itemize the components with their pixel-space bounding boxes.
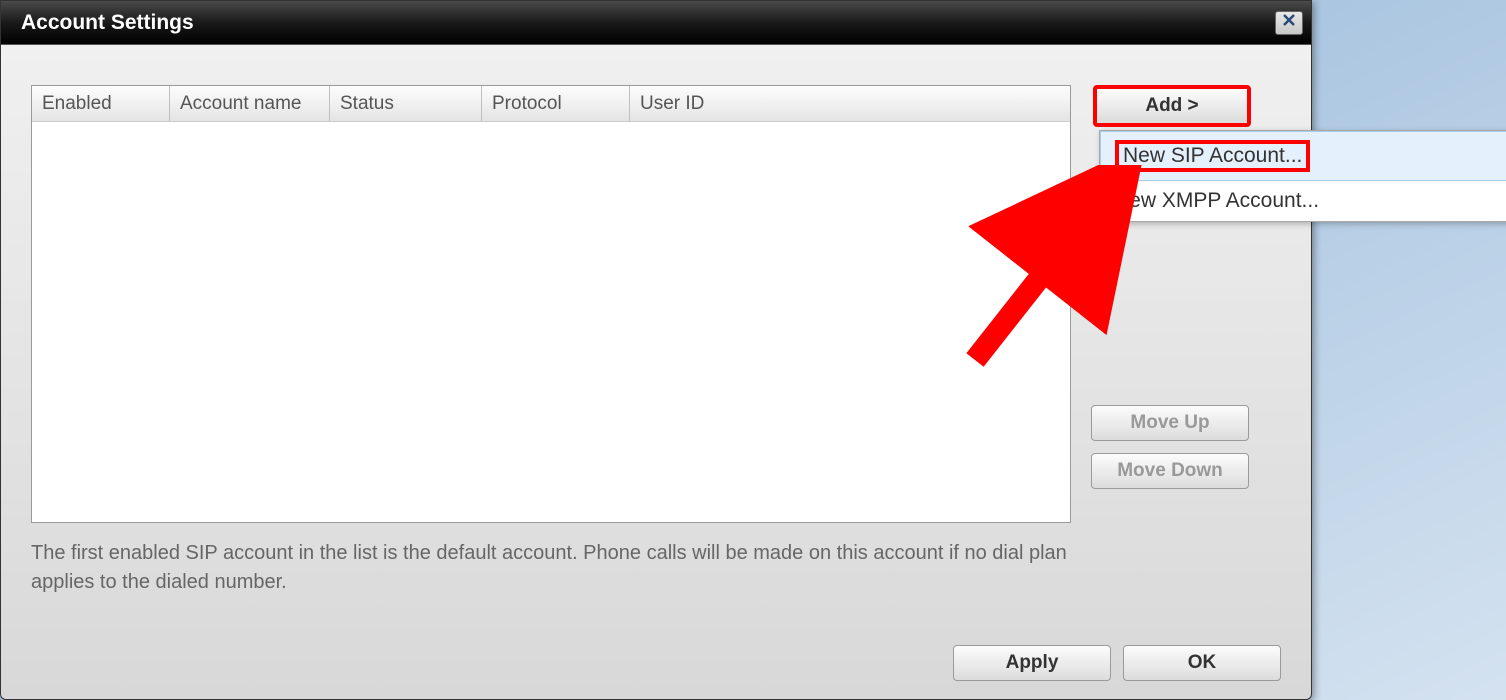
close-icon — [1282, 13, 1296, 32]
menu-item-label: New SIP Account... — [1115, 140, 1310, 172]
move-up-button[interactable]: Move Up — [1091, 405, 1249, 441]
menu-item-new-sip-account[interactable]: New SIP Account... — [1100, 131, 1506, 181]
add-button[interactable]: Add > — [1093, 85, 1251, 127]
dialog-actions: Apply OK — [953, 645, 1281, 681]
menu-item-label: New XMPP Account... — [1114, 189, 1319, 212]
column-header-enabled[interactable]: Enabled — [32, 86, 170, 121]
add-dropdown-menu: New SIP Account... New XMPP Account... — [1099, 130, 1506, 222]
window-title: Account Settings — [21, 11, 194, 35]
table-header: Enabled Account name Status Protocol Use… — [32, 86, 1070, 122]
titlebar: Account Settings — [1, 1, 1311, 45]
ok-button[interactable]: OK — [1123, 645, 1281, 681]
column-header-status[interactable]: Status — [330, 86, 482, 121]
help-text: The first enabled SIP account in the lis… — [31, 539, 1111, 597]
column-header-user-id[interactable]: User ID — [630, 86, 1070, 121]
column-header-protocol[interactable]: Protocol — [482, 86, 630, 121]
accounts-table[interactable]: Enabled Account name Status Protocol Use… — [31, 85, 1071, 523]
close-button[interactable] — [1275, 11, 1303, 35]
column-header-account-name[interactable]: Account name — [170, 86, 330, 121]
menu-item-new-xmpp-account[interactable]: New XMPP Account... — [1100, 181, 1506, 221]
apply-button[interactable]: Apply — [953, 645, 1111, 681]
account-settings-dialog: Account Settings Enabled Account name St… — [0, 0, 1312, 700]
move-down-button[interactable]: Move Down — [1091, 453, 1249, 489]
